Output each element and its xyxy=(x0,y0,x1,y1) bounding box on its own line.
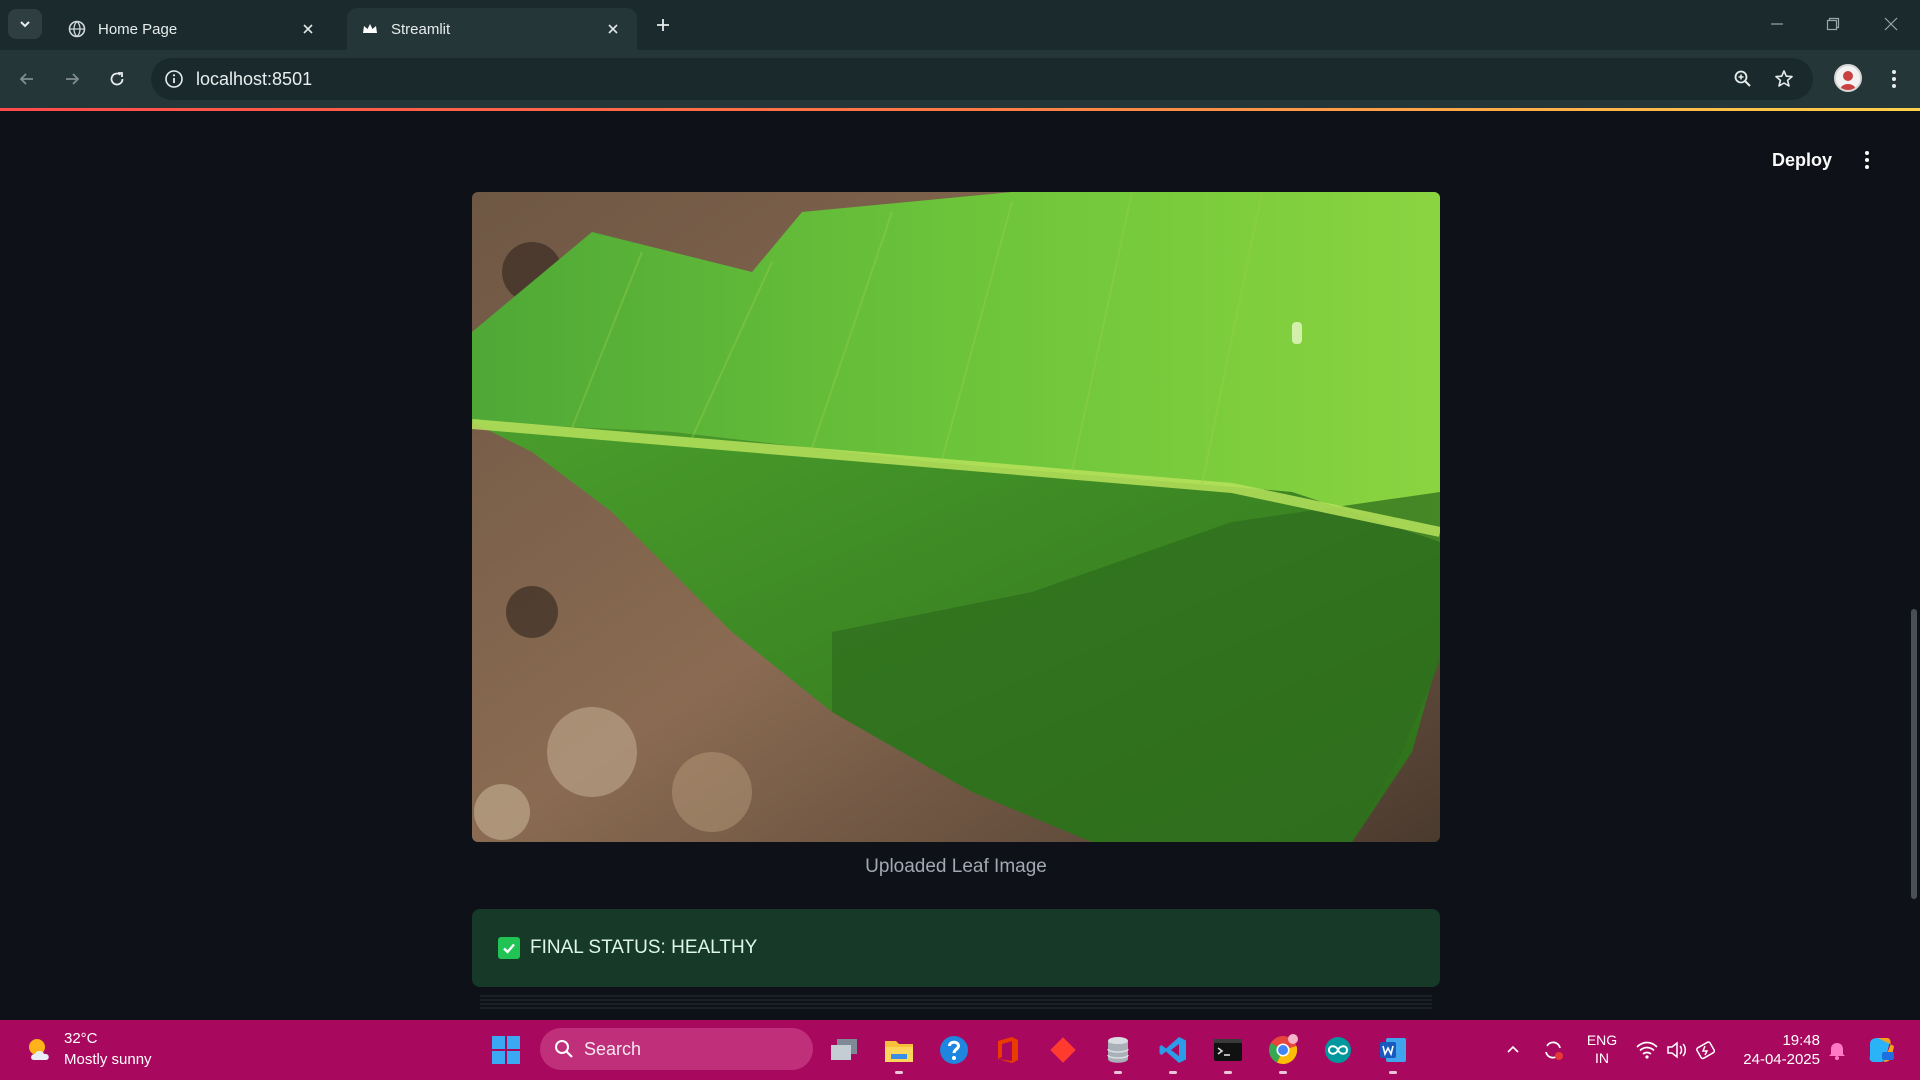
running-indicator xyxy=(1169,1071,1177,1074)
restore-icon xyxy=(1826,17,1840,31)
clock-date: 24-04-2025 xyxy=(1743,1051,1820,1068)
browser-menu-button[interactable] xyxy=(1880,63,1908,95)
word-icon[interactable] xyxy=(1375,1032,1411,1074)
close-icon[interactable] xyxy=(603,19,623,39)
windows-start-icon[interactable] xyxy=(490,1034,522,1066)
terminal-icon[interactable] xyxy=(1210,1032,1246,1074)
tab-search-button[interactable] xyxy=(8,9,42,39)
new-tab-button[interactable] xyxy=(650,12,676,38)
status-alert: FINAL STATUS: HEALTHY xyxy=(472,909,1440,987)
language-indicator[interactable]: ENG IN xyxy=(1584,1031,1620,1067)
tab-title: Streamlit xyxy=(391,20,451,38)
tab-streamlit[interactable]: Streamlit xyxy=(347,8,637,50)
browser-toolbar: localhost:8501 xyxy=(0,50,1920,108)
help-icon[interactable] xyxy=(936,1032,972,1068)
search-icon xyxy=(555,1040,573,1058)
system-clock[interactable]: 19:48 24-04-2025 xyxy=(1730,1031,1820,1069)
deploy-button[interactable]: Deploy xyxy=(1760,145,1844,175)
database-icon[interactable] xyxy=(1100,1032,1136,1074)
minimize-button[interactable] xyxy=(1752,8,1802,40)
windows-taskbar: 32°C Mostly sunny Search ENG IN 19:48 24… xyxy=(0,1020,1920,1080)
clock-time: 19:48 xyxy=(1782,1032,1820,1049)
tab-title: Home Page xyxy=(98,20,178,38)
sun-cloud-icon xyxy=(29,1039,49,1060)
minimize-icon xyxy=(1771,23,1783,25)
scrollbar-thumb[interactable] xyxy=(1911,609,1917,899)
arrow-left-icon xyxy=(19,73,33,85)
close-window-button[interactable] xyxy=(1866,8,1916,40)
plus-icon xyxy=(657,19,669,31)
task-view-icon[interactable] xyxy=(826,1032,862,1068)
more-vertical-icon xyxy=(1892,70,1896,88)
chevron-down-icon xyxy=(20,21,30,28)
show-hidden-icons-chevron-icon[interactable] xyxy=(1500,1032,1526,1068)
reload-icon xyxy=(110,72,124,86)
notification-bell-icon[interactable] xyxy=(1824,1032,1850,1068)
url-text[interactable]: localhost:8501 xyxy=(196,69,312,90)
image-caption: Uploaded Leaf Image xyxy=(865,856,1047,877)
file-explorer-icon[interactable] xyxy=(881,1032,917,1074)
weather-description: Mostly sunny xyxy=(64,1051,152,1068)
running-indicator xyxy=(1114,1071,1122,1074)
address-bar[interactable]: localhost:8501 xyxy=(151,58,1813,100)
running-indicator xyxy=(895,1071,903,1074)
browser-tab-bar: Home Page Streamlit xyxy=(0,0,1920,50)
uploaded-leaf-image xyxy=(472,192,1440,842)
copilot-icon[interactable] xyxy=(1862,1032,1898,1068)
office-icon[interactable] xyxy=(990,1032,1026,1068)
app-menu-button[interactable] xyxy=(1852,145,1882,175)
check-icon xyxy=(498,937,520,959)
close-icon xyxy=(1884,17,1898,31)
status-text: FINAL STATUS: HEALTHY xyxy=(530,937,758,958)
close-icon[interactable] xyxy=(298,19,318,39)
wifi-icon[interactable] xyxy=(1634,1032,1660,1068)
page-scrollbar[interactable] xyxy=(1908,111,1920,1020)
forward-button[interactable] xyxy=(56,63,88,95)
globe-icon xyxy=(68,20,86,38)
chrome-icon[interactable] xyxy=(1265,1032,1301,1074)
vscode-icon[interactable] xyxy=(1155,1032,1191,1074)
profile-avatar[interactable] xyxy=(1834,64,1862,92)
running-indicator xyxy=(1224,1071,1232,1074)
language-code: ENG xyxy=(1586,1032,1618,1048)
arduino-icon[interactable] xyxy=(1320,1032,1356,1068)
taskbar-search[interactable]: Search xyxy=(540,1028,813,1070)
bookmark-star-icon[interactable] xyxy=(1772,67,1796,91)
streamlit-crown-icon xyxy=(363,24,377,33)
git-icon[interactable] xyxy=(1045,1032,1081,1068)
search-label: Search xyxy=(584,1038,642,1059)
region-code: IN xyxy=(1595,1050,1609,1066)
tab-home-page[interactable]: Home Page xyxy=(54,8,332,50)
restore-button[interactable] xyxy=(1808,8,1858,40)
streamlit-app: Deploy Uploaded Leaf Image FINAL STATUS:… xyxy=(0,111,1920,1020)
weather-temperature: 32°C xyxy=(64,1030,98,1047)
avatar-icon xyxy=(1840,71,1856,90)
zoom-icon[interactable] xyxy=(1731,67,1755,91)
sync-icon[interactable] xyxy=(1538,1032,1568,1068)
volume-icon[interactable] xyxy=(1664,1032,1690,1068)
running-indicator xyxy=(1389,1071,1397,1074)
next-element-edge xyxy=(480,995,1432,1009)
running-indicator xyxy=(1279,1071,1287,1074)
battery-icon[interactable] xyxy=(1694,1032,1720,1068)
site-info-icon[interactable] xyxy=(163,68,185,90)
back-button[interactable] xyxy=(11,63,43,95)
reload-button[interactable] xyxy=(101,63,133,95)
more-vertical-icon xyxy=(1865,151,1869,169)
arrow-right-icon xyxy=(66,73,80,85)
